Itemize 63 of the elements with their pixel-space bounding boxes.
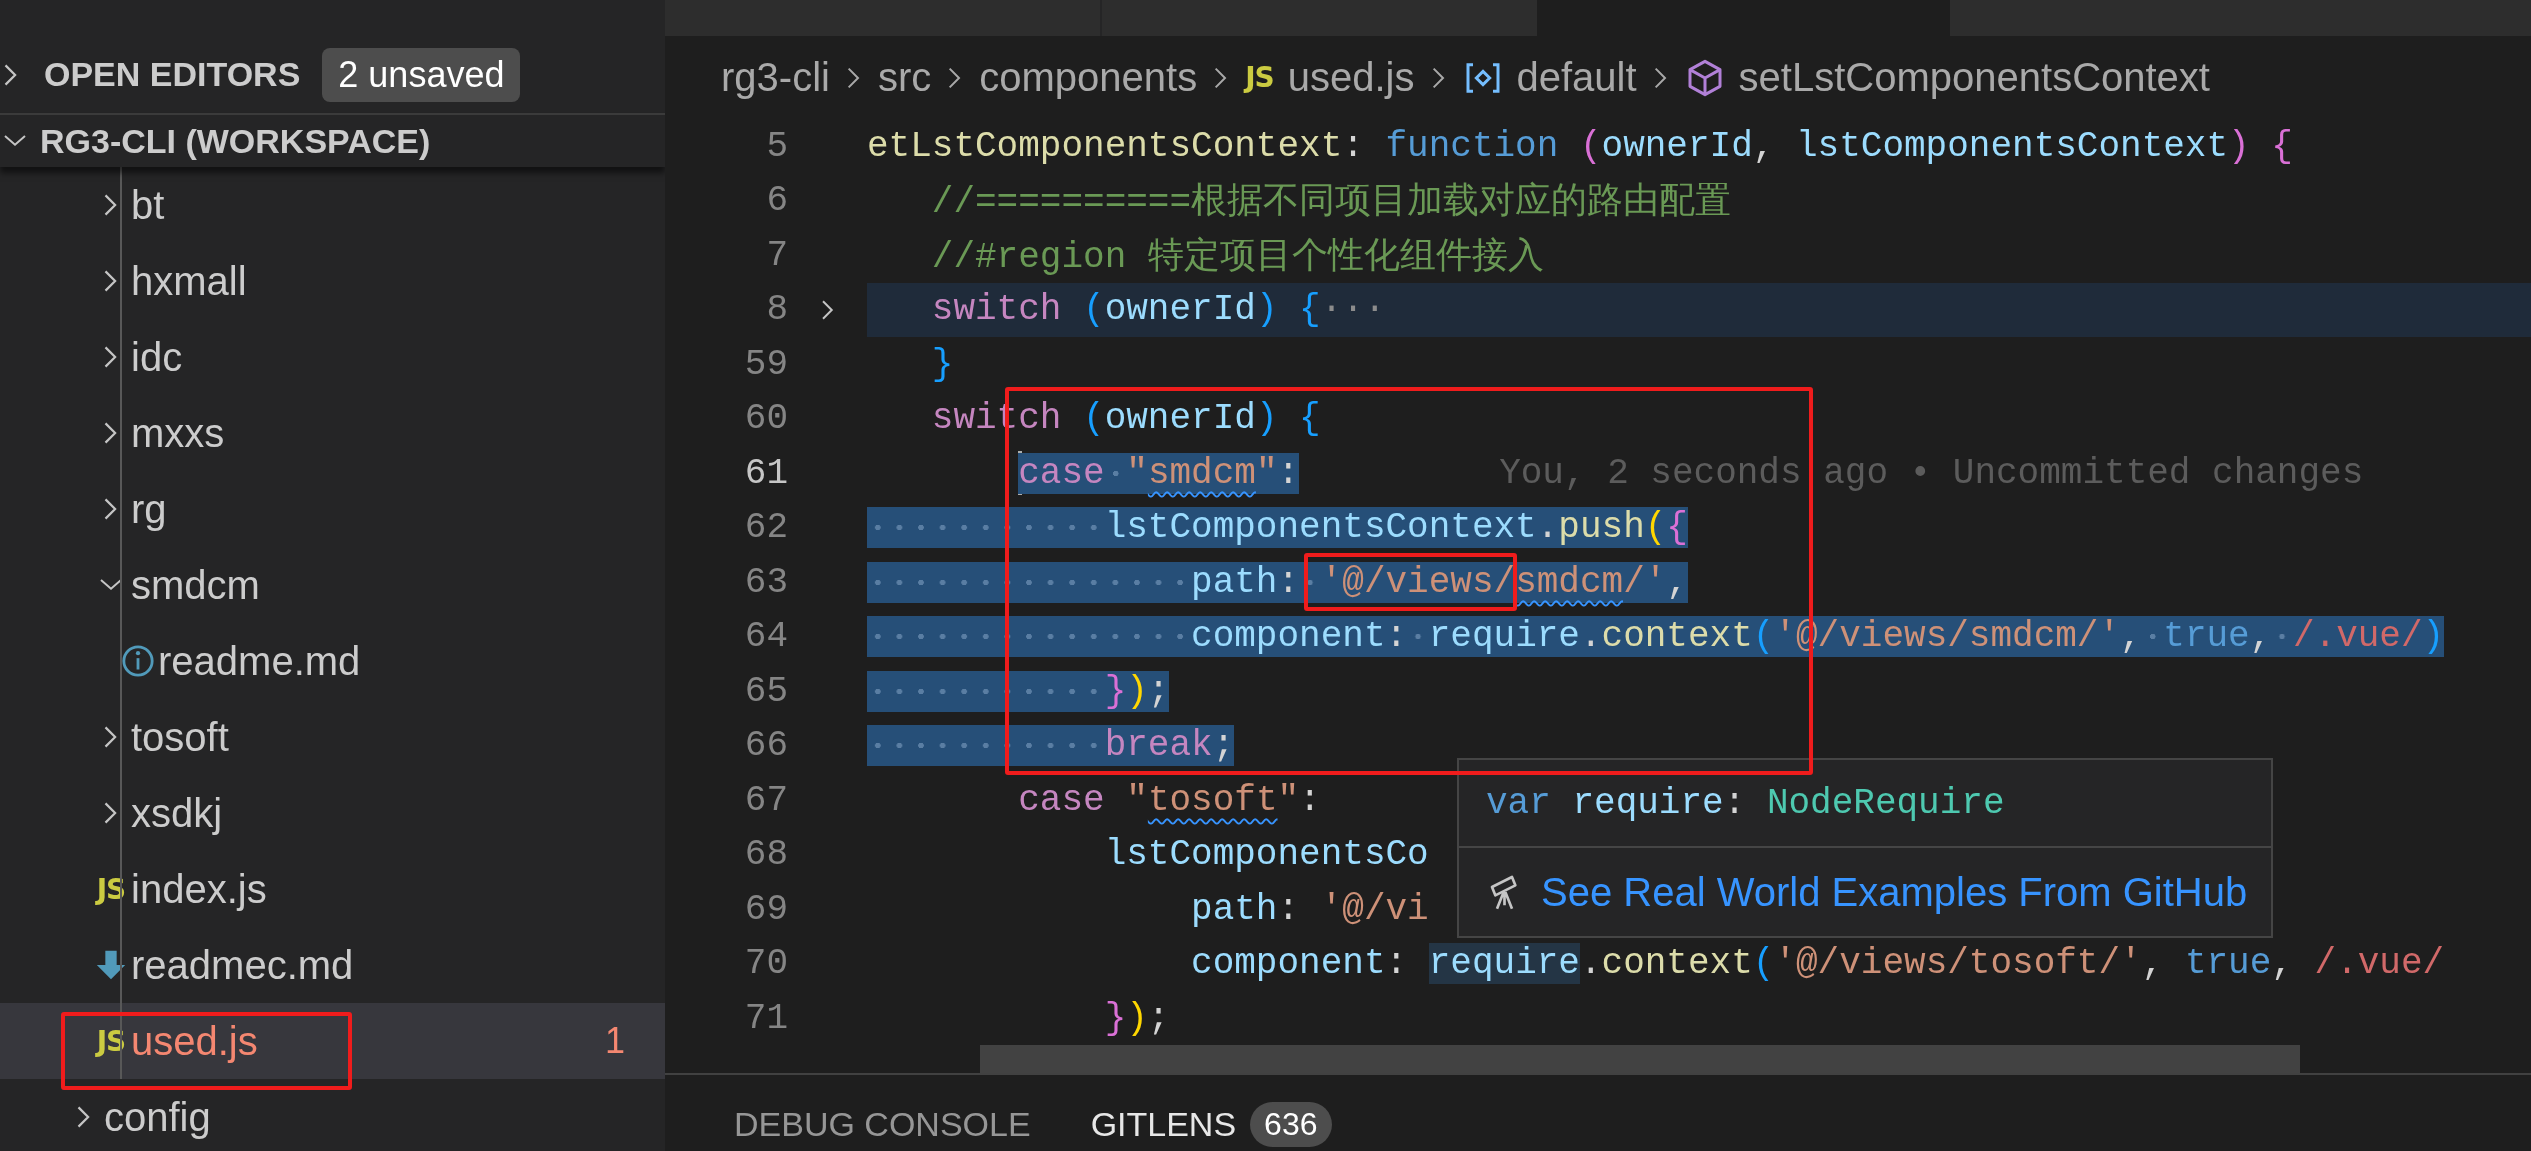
- down-arrow-icon: [94, 948, 128, 982]
- panel-tab[interactable]: GITLENS 636: [1090, 1101, 1332, 1147]
- code-line: }: [930, 343, 954, 385]
- breadcrumb-item[interactable]: rg3-cli: [721, 55, 830, 100]
- line-number: 64: [743, 616, 788, 658]
- blame-annotation: You, 2 seconds ago • Uncommitted changes: [1499, 452, 2364, 494]
- file-tree-item[interactable]: config: [0, 1079, 665, 1151]
- line-number: 8: [765, 289, 788, 331]
- line-number: 69: [743, 888, 788, 930]
- info-icon: [121, 644, 155, 678]
- file-tree-item[interactable]: hxmall: [0, 243, 665, 319]
- line-number: 60: [743, 398, 788, 440]
- code-line: component: require.context('@/views/tosoft/', true, /.vue/: [1190, 943, 2445, 985]
- line-number: 70: [743, 943, 788, 985]
- line-number: 61: [743, 452, 788, 494]
- file-tree-item[interactable]: tosoft: [0, 699, 665, 775]
- code-line: //#region 特定项目个性化组件接入: [930, 235, 1544, 280]
- line-number: 62: [743, 507, 788, 549]
- scrollbar[interactable]: [980, 1045, 2300, 1073]
- breadcrumb-item[interactable]: src: [877, 55, 932, 100]
- code-line: path: '@/views/smdcm/',: [867, 561, 1688, 603]
- code-line: lstComponentsContext.push({: [867, 507, 1688, 549]
- breadcrumb-item[interactable]: components: [979, 55, 1198, 100]
- breadcrumb-item[interactable]: setLstComponentsContext: [1738, 55, 2210, 100]
- line-number: 65: [743, 670, 788, 712]
- code-line: break;: [867, 725, 1235, 767]
- breadcrumb-item[interactable]: default: [1516, 55, 1637, 100]
- code-line: switch (ownerId) {···: [930, 289, 1386, 331]
- file-tree-item[interactable]: mxxs: [0, 395, 665, 471]
- file-tree-item[interactable]: bt: [0, 167, 665, 243]
- file-tree-item[interactable]: idc: [0, 319, 665, 395]
- code-line: etLstComponentsContext: function (ownerId, lstComponentsContext) {: [867, 125, 2293, 167]
- problem-count: 1: [604, 1020, 625, 1062]
- line-number: 63: [743, 561, 788, 603]
- panel-tab[interactable]: DEBUG CONSOLE: [734, 1104, 1031, 1144]
- examples-link[interactable]: See Real World Examples From GitHub: [1541, 869, 2248, 915]
- file-tree-item[interactable]: xsdkj: [0, 775, 665, 851]
- file-tree-item[interactable]: readme.md: [0, 623, 665, 699]
- file-tree-item[interactable]: rg: [0, 471, 665, 547]
- code-line: case "smdcm":: [1017, 451, 1300, 496]
- line-number: 68: [743, 834, 788, 876]
- line-number: 6: [765, 180, 788, 222]
- line-number: 66: [743, 725, 788, 767]
- code-line: });: [867, 670, 1170, 712]
- unsaved-badge: 2 unsaved: [322, 47, 521, 102]
- breadcrumb-item[interactable]: used.js: [1287, 55, 1415, 100]
- js-file-icon: JS: [1245, 61, 1274, 94]
- line-number: 67: [743, 779, 788, 821]
- type-signature: var require: NodeRequire: [1486, 782, 2005, 824]
- line-number: 5: [765, 125, 788, 167]
- code-line: case "tosoft":: [1017, 779, 1321, 821]
- file-tree-item[interactable]: smdcm: [0, 547, 665, 623]
- line-number: 7: [765, 234, 788, 276]
- section-header[interactable]: OPEN EDITORS: [44, 55, 301, 94]
- code-line: path: '@/vi: [1190, 888, 1429, 930]
- line-number: 71: [743, 997, 788, 1039]
- count-badge: 636: [1250, 1101, 1332, 1147]
- code-line: });: [1103, 997, 1170, 1039]
- code-line: lstComponentsCo: [1103, 834, 1429, 876]
- section-header[interactable]: RG3-CLI (WORKSPACE): [40, 121, 431, 161]
- code-line: //==========根据不同项目加载对应的路由配置: [930, 180, 1732, 226]
- line-number: 59: [743, 343, 788, 385]
- file-tree-item[interactable]: readmec.md: [0, 927, 665, 1003]
